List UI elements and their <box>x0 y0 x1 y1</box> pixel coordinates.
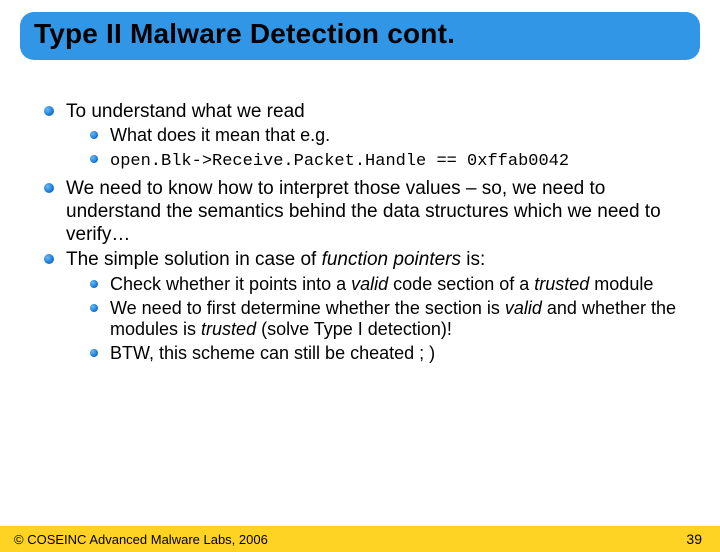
list-item: What does it mean that e.g. <box>90 125 690 147</box>
copyright-text: © COSEINC Advanced Malware Labs, 2006 <box>14 532 268 547</box>
emphasis: function pointers <box>322 249 461 270</box>
page-number: 39 <box>686 531 702 547</box>
list-item: open.Blk->Receive.Packet.Handle == 0xffa… <box>90 149 690 173</box>
list-item: To understand what we read What does it … <box>44 100 690 173</box>
sub-list: What does it mean that e.g. open.Blk->Re… <box>90 125 690 173</box>
text-fragment: code section of a <box>388 274 534 294</box>
text-fragment: (solve Type I detection)! <box>256 319 452 339</box>
slide-title: Type II Malware Detection cont. <box>34 18 686 50</box>
bullet-text: We need to know how to interpret those v… <box>66 178 661 245</box>
bullet-text: To understand what we read <box>66 101 305 122</box>
list-item: BTW, this scheme can still be cheated ; … <box>90 343 690 365</box>
emphasis: trusted <box>201 319 256 339</box>
code-text: open.Blk->Receive.Packet.Handle == 0xffa… <box>110 152 569 171</box>
slide-footer: © COSEINC Advanced Malware Labs, 2006 39 <box>0 526 720 552</box>
emphasis: trusted <box>534 274 589 294</box>
bullet-text: What does it mean that e.g. <box>110 125 330 145</box>
list-item: The simple solution in case of function … <box>44 248 690 365</box>
text-fragment: is: <box>461 249 485 270</box>
slide-content: To understand what we read What does it … <box>0 60 720 365</box>
bullet-text: Check whether it points into a valid cod… <box>110 274 653 294</box>
text-fragment: module <box>589 274 653 294</box>
sub-list: Check whether it points into a valid cod… <box>90 274 690 366</box>
bullet-text: BTW, this scheme can still be cheated ; … <box>110 343 435 363</box>
emphasis: valid <box>505 298 542 318</box>
list-item: We need to know how to interpret those v… <box>44 177 690 247</box>
text-fragment: The simple solution in case of <box>66 249 322 270</box>
bullet-list: To understand what we read What does it … <box>44 100 690 365</box>
bullet-text: We need to first determine whether the s… <box>110 298 676 340</box>
list-item: Check whether it points into a valid cod… <box>90 274 690 296</box>
bullet-text: The simple solution in case of function … <box>66 249 485 270</box>
slide-title-bar: Type II Malware Detection cont. <box>20 12 700 60</box>
list-item: We need to first determine whether the s… <box>90 298 690 342</box>
emphasis: valid <box>351 274 388 294</box>
text-fragment: Check whether it points into a <box>110 274 351 294</box>
text-fragment: We need to first determine whether the s… <box>110 298 505 318</box>
